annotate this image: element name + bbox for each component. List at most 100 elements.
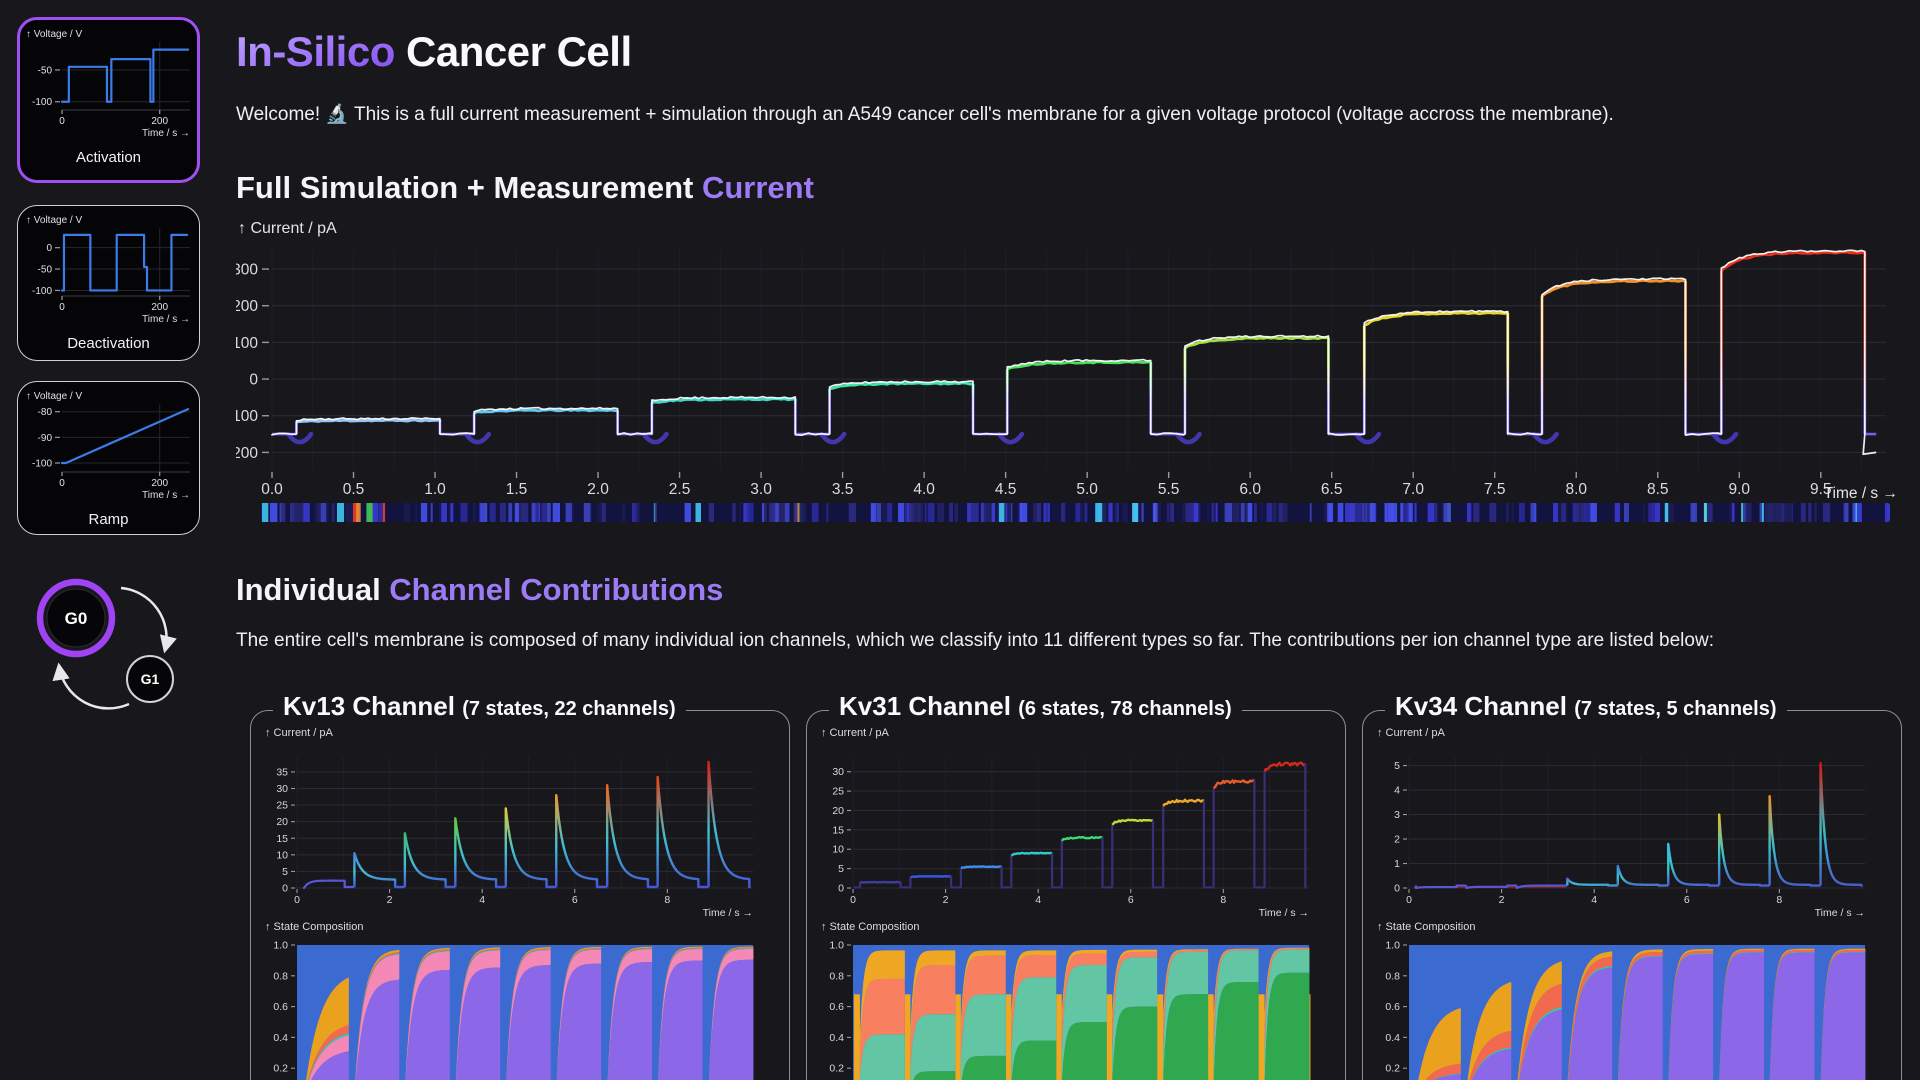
- svg-text:3: 3: [1394, 809, 1400, 821]
- svg-text:0.6: 0.6: [273, 1001, 288, 1013]
- svg-text:5: 5: [282, 866, 288, 878]
- svg-text:8: 8: [664, 894, 670, 906]
- svg-text:15: 15: [276, 833, 288, 845]
- svg-text:20: 20: [276, 816, 288, 828]
- svg-text:4: 4: [1394, 785, 1400, 797]
- svg-text:0: 0: [1406, 894, 1412, 906]
- channel-current-ylabel: ↑ Current / pA: [1377, 727, 1445, 739]
- kv34-state-composition-chart: 1.0 0.8 0.6 0.4 0.2: [1385, 940, 1866, 1080]
- page-title: In-Silico Cancer Cell: [236, 28, 632, 76]
- kv13-state-composition-chart: 1.0 0.8 0.6 0.4 0.2: [273, 940, 754, 1080]
- svg-text:Time / s →: Time / s →: [703, 907, 753, 919]
- protocol-card-ramp[interactable]: ↑ Voltage / V -80 -90 -100 0 200 Time / s → Ra…: [17, 381, 200, 535]
- svg-text:↑ Voltage / V: ↑ Voltage / V: [26, 29, 82, 40]
- protocol-card-activation[interactable]: ↑ Voltage / V -50 -100 0 200 Time / s → Activ…: [17, 17, 200, 183]
- protocol-label: Deactivation: [67, 335, 150, 352]
- protocol-label: Activation: [75, 149, 142, 166]
- svg-text:0.6: 0.6: [829, 1001, 844, 1013]
- svg-text:200: 200: [236, 298, 258, 315]
- kv31-current-chart: 30 25 20 15 10 5 00 2 4 6 8 Time / s →: [832, 757, 1309, 919]
- svg-text:-50: -50: [38, 65, 53, 76]
- svg-text:0.6: 0.6: [1385, 1001, 1400, 1013]
- svg-text:0: 0: [282, 883, 288, 895]
- svg-text:4: 4: [1591, 894, 1597, 906]
- svg-text:↑ Voltage / V: ↑ Voltage / V: [26, 215, 82, 226]
- svg-text:4: 4: [479, 894, 485, 906]
- channel-card-kv13: Kv13 Channel (7 states, 22 channels) ↑ C…: [250, 691, 790, 1080]
- channel-card-kv31: Kv31 Channel (6 states, 78 channels) ↑ C…: [806, 691, 1346, 1080]
- cell-cycle-diagram[interactable]: G0 G1: [25, 572, 197, 724]
- channel-state-ylabel: ↑ State Composition: [265, 921, 364, 933]
- svg-text:6.0: 6.0: [1239, 481, 1261, 498]
- kv31-state-composition-chart: 1.0 0.8 0.6 0.4 0.2: [829, 940, 1311, 1080]
- channel-cards-row: Kv13 Channel (7 states, 22 channels) ↑ C…: [250, 691, 1902, 1080]
- channel-current-ylabel: ↑ Current / pA: [821, 727, 889, 739]
- channel-current-ylabel: ↑ Current / pA: [265, 727, 333, 739]
- contributions-description: The entire cell's membrane is composed o…: [236, 630, 1714, 651]
- svg-text:0: 0: [850, 894, 856, 906]
- svg-text:0: 0: [249, 372, 258, 389]
- svg-text:Time / s →: Time / s →: [1824, 485, 1898, 500]
- svg-text:10: 10: [276, 849, 288, 861]
- channel-card-title: Kv34 Channel (7 states, 5 channels): [1385, 691, 1787, 722]
- svg-text:0.4: 0.4: [829, 1032, 844, 1044]
- svg-text:8.5: 8.5: [1647, 481, 1669, 498]
- svg-text:200: 200: [151, 302, 168, 313]
- svg-text:G0: G0: [65, 609, 88, 628]
- svg-text:-100: -100: [32, 286, 52, 297]
- svg-text:25: 25: [832, 786, 844, 798]
- svg-text:6: 6: [1684, 894, 1690, 906]
- svg-text:0.2: 0.2: [273, 1063, 288, 1075]
- svg-text:0.4: 0.4: [1385, 1032, 1400, 1044]
- svg-text:2: 2: [1394, 834, 1400, 846]
- svg-text:2.0: 2.0: [587, 481, 609, 498]
- activation-thumbnail-chart: ↑ Voltage / V -50 -100 0 200Time / s →: [26, 29, 190, 139]
- svg-text:1.0: 1.0: [424, 481, 446, 498]
- svg-text:200: 200: [236, 445, 258, 462]
- svg-text:-90: -90: [38, 433, 53, 444]
- svg-text:0.5: 0.5: [343, 481, 365, 498]
- svg-text:5.5: 5.5: [1158, 481, 1180, 498]
- svg-text:0: 0: [294, 894, 300, 906]
- channel-state-ylabel: ↑ State Composition: [821, 921, 920, 933]
- svg-text:6.5: 6.5: [1321, 481, 1343, 498]
- kv34-current-chart: 5 4 3 2 1 00 2 4 6 8 Time / s →: [1394, 757, 1865, 919]
- svg-text:15: 15: [832, 824, 844, 836]
- svg-text:-100: -100: [32, 459, 52, 470]
- svg-text:Time / s →: Time / s →: [142, 490, 190, 501]
- svg-text:2: 2: [943, 894, 949, 906]
- svg-text:3.0: 3.0: [750, 481, 772, 498]
- svg-text:5: 5: [838, 863, 844, 875]
- app-root: ↑ Voltage / V -50 -100 0 200 Time / s → Activ…: [0, 0, 1920, 1080]
- svg-text:1.5: 1.5: [506, 481, 528, 498]
- svg-text:35: 35: [276, 766, 288, 778]
- svg-text:0.8: 0.8: [273, 970, 288, 982]
- svg-text:4: 4: [1035, 894, 1041, 906]
- svg-text:4.0: 4.0: [913, 481, 935, 498]
- svg-text:0: 0: [1394, 883, 1400, 895]
- svg-text:0.4: 0.4: [273, 1032, 288, 1044]
- main-current-chart: 300 200 100 0 100 200 0.0 0.5 1.0 1.5 2.0 2.5 3.0 3.5…: [236, 249, 1898, 500]
- section-heading-contributions: Individual Channel Contributions: [236, 572, 724, 607]
- svg-text:20: 20: [832, 805, 844, 817]
- svg-text:-50: -50: [38, 265, 53, 276]
- colormap-strip-chart: [260, 503, 1890, 522]
- svg-text:300: 300: [236, 262, 258, 279]
- protocol-card-deactivation[interactable]: ↑ Voltage / V 0 -50 -100 0 200 Time / s → Deac…: [17, 205, 200, 361]
- svg-text:6: 6: [1128, 894, 1134, 906]
- svg-text:3.5: 3.5: [832, 481, 854, 498]
- svg-text:8: 8: [1776, 894, 1782, 906]
- svg-text:G1: G1: [141, 671, 160, 687]
- svg-text:0: 0: [46, 243, 52, 254]
- svg-text:0.2: 0.2: [829, 1063, 844, 1075]
- svg-text:2: 2: [1499, 894, 1505, 906]
- svg-text:10: 10: [832, 844, 844, 856]
- svg-text:7.5: 7.5: [1484, 481, 1506, 498]
- current-colormap-strip: [260, 503, 1890, 522]
- svg-text:Time / s →: Time / s →: [142, 128, 190, 139]
- ramp-thumbnail-chart: ↑ Voltage / V -80 -90 -100 0 200Time / s →: [26, 391, 190, 501]
- svg-text:0: 0: [838, 883, 844, 895]
- svg-text:0: 0: [59, 116, 65, 127]
- svg-text:↑ Voltage / V: ↑ Voltage / V: [26, 391, 82, 402]
- section-heading-simulation: Full Simulation + Measurement Current: [236, 170, 814, 205]
